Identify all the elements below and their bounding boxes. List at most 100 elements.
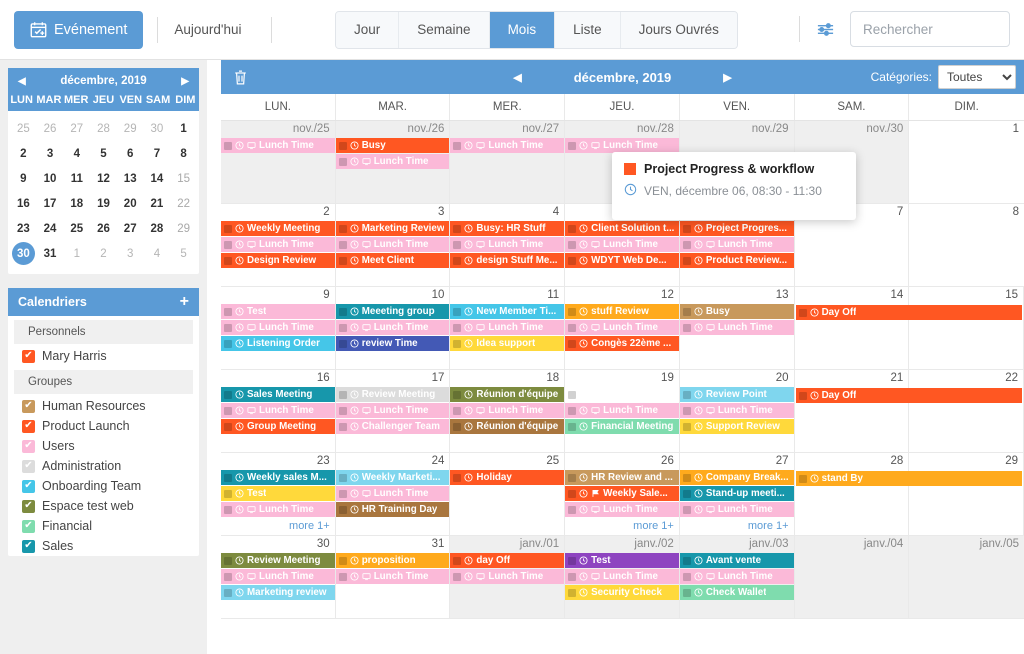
calendar-item-financial[interactable]: ✔Financial xyxy=(8,516,199,536)
mini-day-cell[interactable]: 28 xyxy=(90,116,117,141)
calendar-event[interactable]: Weekly sales M... xyxy=(221,470,335,485)
calendar-event[interactable]: Lunch Time xyxy=(680,237,794,252)
mini-day-cell[interactable]: 1 xyxy=(63,241,90,266)
calendar-event[interactable]: Holiday xyxy=(450,470,564,485)
mini-day-cell[interactable]: 2 xyxy=(90,241,117,266)
search-input[interactable] xyxy=(863,22,1024,37)
view-button-semaine[interactable]: Semaine xyxy=(399,12,489,48)
mini-day-cell[interactable]: 21 xyxy=(144,191,171,216)
add-calendar-button[interactable]: + xyxy=(180,294,189,310)
calendar-checkbox[interactable]: ✔ xyxy=(22,500,35,513)
calendar-event[interactable]: Test xyxy=(221,304,335,319)
calendar-item-users[interactable]: ✔Users xyxy=(8,436,199,456)
calendar-event[interactable]: Review Meeting xyxy=(336,387,450,402)
calendar-day-cell[interactable]: 4Busy: HR StuffLunch Timedesign Stuff Me… xyxy=(450,204,565,287)
mini-day-cell[interactable]: 8 xyxy=(170,141,197,166)
calendar-day-cell[interactable]: janv./01day OffLunch Time xyxy=(450,536,565,619)
calendar-item-administration[interactable]: ✔Administration xyxy=(8,456,199,476)
mini-day-cell[interactable]: 16 xyxy=(10,191,37,216)
mini-day-cell[interactable]: 6 xyxy=(117,141,144,166)
calendar-day-cell[interactable]: janv./04 xyxy=(795,536,910,619)
mini-day-cell[interactable]: 10 xyxy=(37,166,64,191)
mini-day-cell[interactable]: 25 xyxy=(10,116,37,141)
calendar-event[interactable]: Lunch Time xyxy=(565,237,679,252)
calendar-event[interactable]: Financial Meeting xyxy=(565,419,679,434)
calendar-event[interactable]: Group Meeting xyxy=(221,419,335,434)
calendar-day-cell[interactable]: 11New Member Ti...Lunch TimeIdea support xyxy=(450,287,565,370)
calendar-day-cell[interactable]: 3Marketing ReviewLunch TimeMeet Client xyxy=(336,204,451,287)
mini-day-cell[interactable]: 11 xyxy=(63,166,90,191)
more-events-link[interactable]: more 1+ xyxy=(680,518,794,532)
calendar-day-cell[interactable]: 8 xyxy=(909,204,1024,287)
view-button-mois[interactable]: Mois xyxy=(490,12,556,48)
calendar-day-cell[interactable]: 24Weekly Marketi...Lunch TimeHR Training… xyxy=(336,453,451,536)
view-button-liste[interactable]: Liste xyxy=(555,12,621,48)
calendar-checkbox[interactable]: ✔ xyxy=(22,480,35,493)
mini-day-cell[interactable]: 5 xyxy=(90,141,117,166)
calendar-event[interactable]: review Time xyxy=(336,336,450,351)
calendar-event[interactable]: Idea support xyxy=(450,336,564,351)
calendar-day-cell[interactable]: janv./02TestLunch TimeSecurity Check xyxy=(565,536,680,619)
mini-day-cell[interactable]: 5 xyxy=(170,241,197,266)
calendar-event[interactable]: Lunch Time xyxy=(680,502,794,517)
mini-day-cell[interactable]: 30 xyxy=(12,242,35,265)
calendar-event[interactable]: Check Wallet xyxy=(680,585,794,600)
mini-day-cell[interactable]: 23 xyxy=(10,216,37,241)
calendar-day-cell[interactable]: 31propositionLunch Time xyxy=(336,536,451,619)
calendar-event[interactable]: Réunion d'équipe xyxy=(450,387,564,402)
calendar-event[interactable]: Lunch Time xyxy=(221,569,335,584)
calendar-event[interactable]: Lunch Time xyxy=(336,403,450,418)
calendar-event[interactable]: Product Review... xyxy=(680,253,794,268)
next-month-button[interactable]: ▶ xyxy=(723,71,731,84)
mini-day-cell[interactable]: 24 xyxy=(37,216,64,241)
calendar-day-cell[interactable]: 15 xyxy=(909,287,1024,370)
mini-day-cell[interactable]: 3 xyxy=(117,241,144,266)
calendar-event[interactable]: Lunch Time xyxy=(680,569,794,584)
calendar-item-human-resources[interactable]: ✔Human Resources xyxy=(8,396,199,416)
calendar-day-cell[interactable]: 26HR Review and ...Weekly Sale...Lunch T… xyxy=(565,453,680,536)
calendar-event[interactable]: Sales Meeting xyxy=(221,387,335,402)
calendar-checkbox[interactable]: ✔ xyxy=(22,420,35,433)
calendar-event[interactable]: stand By xyxy=(796,471,1022,486)
mini-day-cell[interactable]: 20 xyxy=(117,191,144,216)
calendar-event[interactable]: HR Review and ... xyxy=(565,470,679,485)
mini-day-cell[interactable]: 13 xyxy=(117,166,144,191)
calendar-event[interactable]: Day Off xyxy=(796,305,1022,320)
calendar-item-mary-harris[interactable]: ✔Mary Harris xyxy=(8,346,199,366)
calendar-checkbox[interactable]: ✔ xyxy=(22,440,35,453)
calendar-event[interactable]: Congès 22ème ... xyxy=(565,336,679,351)
calendar-day-cell[interactable]: nov./25Lunch Time xyxy=(221,121,336,204)
calendar-day-cell[interactable]: 21 xyxy=(795,370,910,453)
calendar-event[interactable]: Avant vente xyxy=(680,553,794,568)
calendar-event[interactable]: WDYT Web De... xyxy=(565,253,679,268)
calendar-event[interactable]: Busy: HR Stuff xyxy=(450,221,564,236)
calendar-day-cell[interactable]: 12stuff ReviewLunch TimeCongès 22ème ... xyxy=(565,287,680,370)
calendar-event[interactable]: Lunch Time xyxy=(221,320,335,335)
calendar-event[interactable]: Lunch Time xyxy=(565,320,679,335)
mini-day-cell[interactable]: 15 xyxy=(170,166,197,191)
calendar-event[interactable]: Stand by review xyxy=(565,387,679,402)
calendar-event[interactable]: Client Solution t... xyxy=(565,221,679,236)
mini-day-cell[interactable]: 25 xyxy=(63,216,90,241)
mini-day-cell[interactable]: 1 xyxy=(170,116,197,141)
calendar-event[interactable]: stuff Review xyxy=(565,304,679,319)
calendar-day-cell[interactable]: 27Company Break...Stand-up meeti...Lunch… xyxy=(680,453,795,536)
calendar-event[interactable]: Review Meeting xyxy=(221,553,335,568)
calendar-event[interactable]: Lunch Time xyxy=(450,403,564,418)
calendar-item-product-launch[interactable]: ✔Product Launch xyxy=(8,416,199,436)
calendar-checkbox[interactable]: ✔ xyxy=(22,400,35,413)
calendar-event[interactable]: Project Progres... xyxy=(680,221,794,236)
calendar-day-cell[interactable]: 18Réunion d'équipeLunch TimeRéunion d'éq… xyxy=(450,370,565,453)
calendar-event[interactable]: Lunch Time xyxy=(680,320,794,335)
calendar-day-cell[interactable]: 30Review MeetingLunch TimeMarketing revi… xyxy=(221,536,336,619)
calendar-event[interactable]: Company Break... xyxy=(680,470,794,485)
calendar-event[interactable]: Lunch Time xyxy=(221,502,335,517)
calendar-item-onboarding-team[interactable]: ✔Onboarding Team xyxy=(8,476,199,496)
calendar-event[interactable]: Weekly Meeting xyxy=(221,221,335,236)
mini-day-cell[interactable]: 3 xyxy=(37,141,64,166)
mini-day-cell[interactable]: 27 xyxy=(63,116,90,141)
calendar-event[interactable]: Réunion d'équipe xyxy=(450,419,564,434)
mini-day-cell[interactable]: 26 xyxy=(90,216,117,241)
calendar-event[interactable]: Lunch Time xyxy=(565,403,679,418)
mini-day-cell[interactable]: 30 xyxy=(144,116,171,141)
